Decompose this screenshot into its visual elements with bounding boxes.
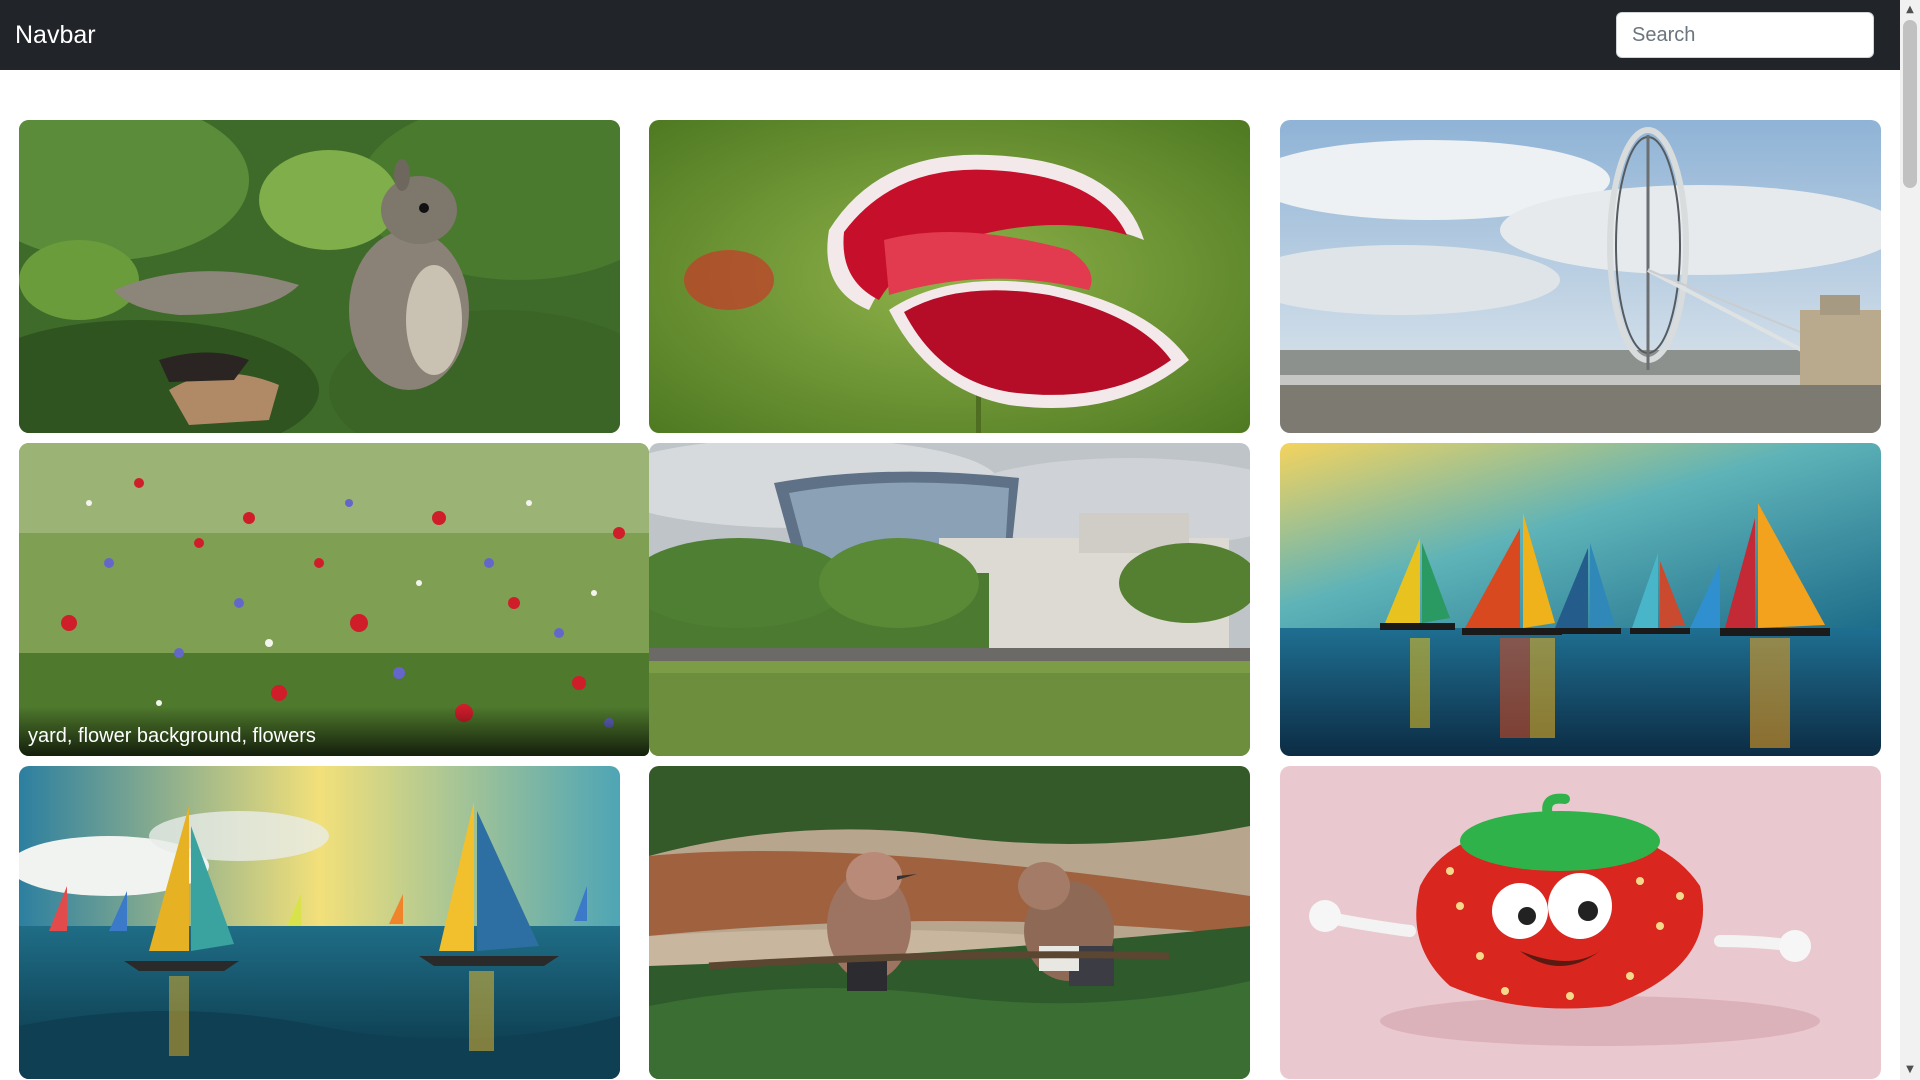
page: Navbar Search yard, flower background, f… <box>0 0 1920 1080</box>
image-birds <box>649 766 1250 1079</box>
image-squirrel <box>19 120 620 433</box>
gallery-card-flower[interactable] <box>649 120 1250 433</box>
image-gallery: yard, flower background, flowers <box>0 70 1900 1080</box>
scrollbar-thumb[interactable] <box>1903 20 1917 188</box>
gallery-card-sailboats[interactable] <box>1280 443 1881 756</box>
navbar: Navbar <box>0 0 1900 70</box>
image-flower <box>649 120 1250 433</box>
search-input[interactable] <box>1616 12 1874 58</box>
gallery-card-strawberry[interactable] <box>1280 766 1881 1079</box>
gallery-card-meadow[interactable]: yard, flower background, flowers <box>19 443 649 756</box>
gallery-card-squirrel[interactable] <box>19 120 620 433</box>
gallery-card-city[interactable] <box>649 443 1250 756</box>
scroll-up-icon[interactable]: ▲ <box>1903 2 1917 18</box>
scroll-down-icon[interactable]: ▼ <box>1903 1062 1917 1078</box>
image-sailboats <box>1280 443 1881 756</box>
gallery-card-ferris-wheel[interactable] <box>1280 120 1881 433</box>
image-strawberry <box>1280 766 1881 1079</box>
image-city <box>649 443 1250 756</box>
gallery-card-sailboats-sunset[interactable] <box>19 766 620 1079</box>
image-caption: yard, flower background, flowers <box>19 706 649 756</box>
navbar-brand[interactable]: Navbar <box>15 18 96 52</box>
gallery-card-birds[interactable] <box>649 766 1250 1079</box>
image-ferris-wheel <box>1280 120 1881 433</box>
image-sailboats-sunset <box>19 766 620 1079</box>
